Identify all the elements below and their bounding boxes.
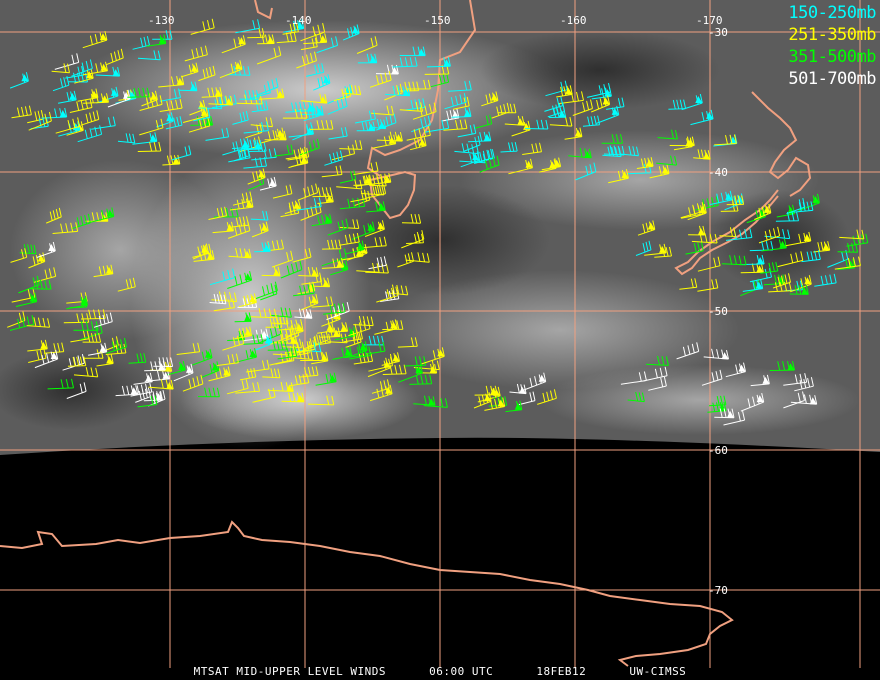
legend-item-351-500: 351-500mb — [788, 47, 876, 67]
lon-label-130: -130 — [148, 14, 175, 27]
footer-product: MTSAT MID-UPPER LEVEL WINDS — [193, 665, 386, 678]
lat-label-70: -70 — [708, 584, 728, 597]
legend-item-251-350: 251-350mb — [788, 25, 876, 45]
lat-label-50: -50 — [708, 305, 728, 318]
coastline-antarctica — [0, 520, 734, 667]
lon-label-150: -150 — [424, 14, 451, 27]
lat-label-40: -40 — [708, 166, 728, 179]
lon-label-160: -160 — [560, 14, 587, 27]
satellite-wind-map: -130 -140 -150 -160 -170 -30 -40 -50 -60… — [0, 0, 880, 680]
pressure-legend: 150-250mb 251-350mb 351-500mb 501-700mb — [788, 2, 876, 90]
map-canvas: -130 -140 -150 -160 -170 -30 -40 -50 -60… — [0, 0, 880, 668]
footer-source: UW-CIMSS — [629, 665, 687, 678]
legend-item-501-700: 501-700mb — [788, 69, 876, 89]
lon-label-140: -140 — [285, 14, 312, 27]
footer-date: 18FEB12 — [536, 665, 587, 678]
footer-caption: MTSAT MID-UPPER LEVEL WINDS 06:00 UTC 18… — [0, 665, 880, 678]
lat-label-30: -30 — [708, 26, 728, 39]
footer-time: 06:00 UTC — [429, 665, 494, 678]
legend-item-150-250: 150-250mb — [788, 3, 876, 23]
lat-label-60: -60 — [708, 444, 728, 457]
